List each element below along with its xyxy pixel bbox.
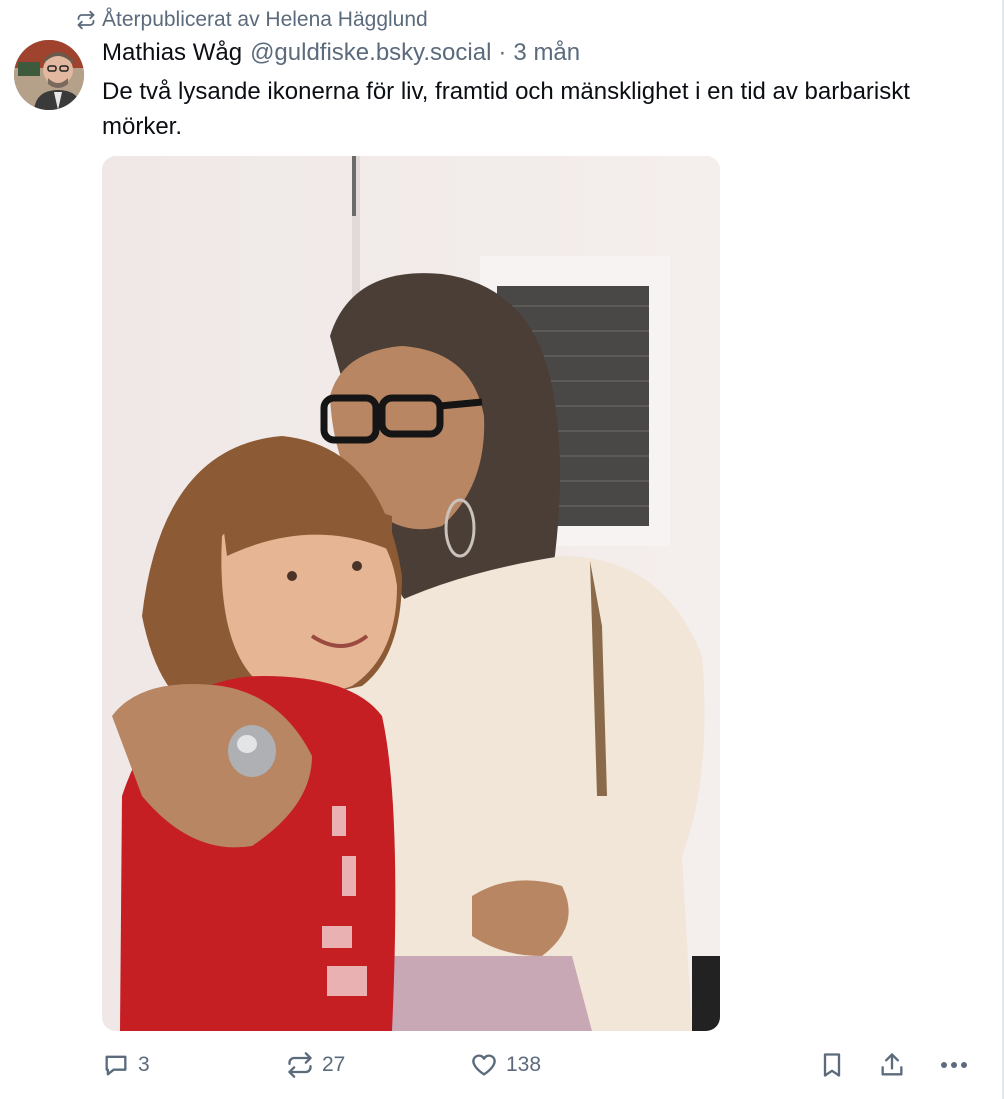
- reply-button[interactable]: 3: [102, 1046, 150, 1084]
- reply-icon: [102, 1051, 130, 1079]
- reply-count: 3: [138, 1053, 150, 1076]
- post-header: Mathias Wåg @guldfiske.bsky.social · 3 m…: [102, 36, 580, 70]
- post-timestamp[interactable]: 3 mån: [513, 39, 580, 67]
- share-icon: [878, 1051, 906, 1079]
- bookmark-icon: [818, 1051, 846, 1079]
- like-count: 138: [506, 1053, 542, 1076]
- post-image[interactable]: [102, 156, 720, 1031]
- share-button[interactable]: [878, 1046, 906, 1084]
- repost-button[interactable]: 27: [286, 1046, 345, 1084]
- repost-icon: [76, 10, 96, 30]
- more-options-button[interactable]: [938, 1046, 970, 1084]
- author-handle[interactable]: @guldfiske.bsky.social: [250, 39, 491, 67]
- repost-indicator[interactable]: Återpublicerat av Helena Hägglund: [76, 6, 428, 34]
- separator: ·: [498, 39, 507, 66]
- bookmark-button[interactable]: [818, 1046, 846, 1084]
- more-icon: [938, 1051, 970, 1079]
- repost-label[interactable]: Återpublicerat av Helena Hägglund: [102, 8, 428, 32]
- author-name[interactable]: Mathias Wåg: [102, 39, 242, 67]
- post-actions: 3 27 138: [0, 1046, 1004, 1084]
- heart-icon: [470, 1051, 498, 1079]
- post-text: De två lysande ikonerna för liv, framtid…: [102, 78, 910, 140]
- like-button[interactable]: 138: [470, 1046, 541, 1084]
- avatar[interactable]: [14, 40, 84, 110]
- repost-icon: [286, 1051, 314, 1079]
- repost-count: 27: [322, 1053, 346, 1076]
